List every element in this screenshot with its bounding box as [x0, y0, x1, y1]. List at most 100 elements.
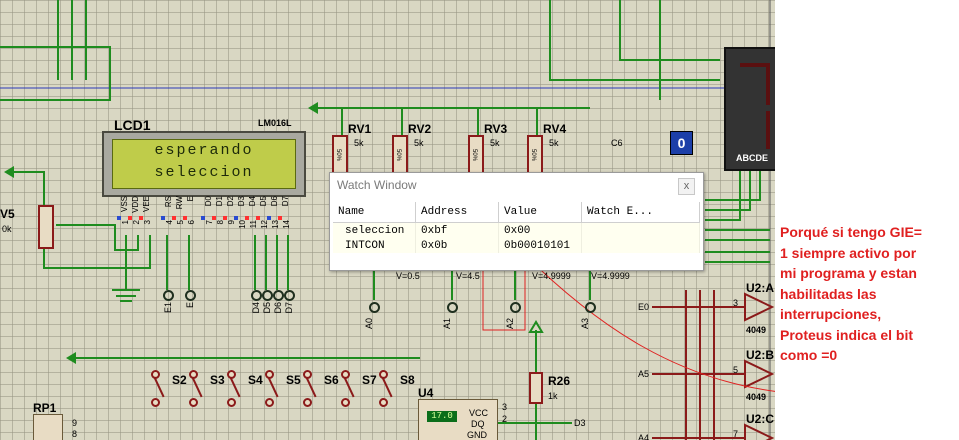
pot-rv3-value: 5k [490, 138, 500, 148]
lcd-pin-number: 12 [260, 220, 269, 229]
switch-contact [379, 398, 388, 407]
pot-rv3-label: RV3 [484, 122, 508, 136]
lcd-pin-rs: RS [164, 196, 173, 208]
net-terminal[interactable] [163, 290, 174, 301]
u4-temp-sensor[interactable]: 17.0 VCC DQ GND [418, 399, 498, 440]
u4-pin-3: 3 [502, 402, 508, 412]
gate-pin: 3 [733, 298, 739, 308]
pot-rv2-label: RV2 [408, 122, 432, 136]
r26-net: D3 [574, 418, 586, 428]
seven-segment-display[interactable]: ABCDE [724, 47, 775, 171]
net-terminal[interactable] [369, 302, 380, 313]
switch-lever [267, 376, 279, 398]
switch-contact [341, 398, 350, 407]
switch-s6-label: S6 [324, 373, 339, 387]
col-value[interactable]: Value [498, 202, 582, 223]
pot-rv2-voltage: V=4.5 [456, 271, 480, 281]
switch-contact [151, 398, 160, 407]
pin-marker [267, 216, 271, 220]
pin-marker [212, 216, 216, 220]
net-terminal[interactable] [273, 290, 284, 301]
col-watch-expression[interactable]: Watch E... [581, 202, 700, 223]
net-terminal[interactable] [262, 290, 273, 301]
lcd-pin-d2: D2 [226, 196, 235, 207]
lcd-pin-d7: D7 [281, 196, 290, 207]
watch-table-header: Name Address Value Watch E... [333, 202, 700, 223]
switch-lever [229, 376, 241, 398]
watch-row-address: 0x0b [415, 238, 499, 253]
net-a0-label: A0 [364, 318, 374, 330]
v5-value: 0k [2, 224, 12, 234]
lcd-pin-labels: VSS 1 VDD 2 VEE 3 RS 4 RW 5 E 6 D0 7 D1 8 D2 9 D3 10 D4 11 D5 1… [117, 196, 298, 236]
switch-s4[interactable] [224, 370, 244, 407]
lcd-pin-number: 13 [271, 220, 280, 229]
pot-percent: 50% [530, 149, 536, 162]
rp1-resistor-pack[interactable] [33, 414, 63, 440]
lcd-pin-number: 14 [282, 220, 291, 229]
switch-s3[interactable] [186, 370, 206, 407]
col-name[interactable]: Name [333, 202, 416, 223]
lcd-display[interactable]: esperando seleccion [102, 131, 306, 197]
u4-pin-dq: DQ [471, 419, 485, 429]
lcd-pin-number: 4 [165, 220, 174, 225]
switch-s6[interactable] [300, 370, 320, 407]
net-d4-label: D4 [251, 302, 261, 314]
c6-logic-probe[interactable]: 0 [670, 131, 693, 155]
gate-pin: 7 [733, 429, 739, 439]
net-d6-label: D6 [273, 302, 283, 314]
watch-window-titlebar[interactable]: Watch Window [330, 173, 703, 198]
lcd-pin-d6: D6 [270, 196, 279, 207]
gate-u2a-label: U2:A [746, 281, 775, 295]
u4-pin-vcc: VCC [469, 408, 489, 418]
switch-s2-label: S2 [172, 373, 187, 387]
gate-type: 4049 [746, 325, 767, 335]
note-line: como =0 [780, 347, 838, 363]
pin-marker [201, 216, 205, 220]
pot-rv2-value: 5k [414, 138, 424, 148]
gate-input-net: A4 [638, 433, 650, 440]
lcd-pin-d0: D0 [204, 196, 213, 207]
c6-label: C6 [611, 138, 623, 148]
rp1-pin-9: 9 [72, 418, 78, 428]
lcd-pin-number: 9 [227, 220, 236, 225]
pot-v5[interactable] [38, 205, 54, 249]
switch-s3-label: S3 [210, 373, 225, 387]
u4-display: 17.0 [427, 411, 457, 422]
lcd-screen: esperando seleccion [112, 139, 296, 189]
watch-window-close-button[interactable]: x [678, 178, 695, 195]
pot-rv1-value: 5k [354, 138, 364, 148]
switch-s8-label: S8 [400, 373, 415, 387]
pin-marker [256, 216, 260, 220]
table-row[interactable]: seleccion 0xbf 0x00 [333, 222, 700, 238]
gate-u2c [744, 423, 775, 440]
lcd-line-2: seleccion [154, 164, 254, 181]
pin-marker [223, 216, 227, 220]
pot-rv1-label: RV1 [348, 122, 372, 136]
lcd-pin-number: 10 [238, 220, 247, 229]
u4-pin-gnd: GND [467, 430, 487, 440]
lcd-pin-number: 2 [132, 220, 141, 225]
net-terminal[interactable] [185, 290, 196, 301]
col-address[interactable]: Address [415, 202, 499, 223]
net-terminal[interactable] [510, 302, 521, 313]
watch-row-value: 0x00 [498, 222, 582, 238]
watch-window[interactable]: Watch Window x Name Address Value Watch … [329, 172, 704, 271]
net-a1-label: A1 [442, 318, 452, 330]
net-terminal[interactable] [251, 290, 262, 301]
switch-s2[interactable] [148, 370, 168, 407]
table-row[interactable]: INTCON 0x0b 0b00010101 [333, 238, 700, 253]
schematic-canvas[interactable]: LCD1 LM016L esperando seleccion VSS 1 VDD 2… [0, 0, 775, 440]
net-terminal[interactable] [284, 290, 295, 301]
lcd-pin-vdd: VDD [131, 196, 140, 213]
lcd-pin-e: E [186, 196, 195, 202]
net-terminal[interactable] [585, 302, 596, 313]
lcd-pin-number: 5 [176, 220, 185, 225]
power-arrow-left [4, 166, 14, 178]
switch-s7[interactable] [338, 370, 358, 407]
switch-s5[interactable] [262, 370, 282, 407]
switch-s8[interactable] [376, 370, 396, 407]
watch-window-title: Watch Window [337, 178, 417, 192]
wire-left-power [14, 171, 45, 205]
net-terminal[interactable] [447, 302, 458, 313]
pot-percent: 50% [395, 149, 401, 162]
